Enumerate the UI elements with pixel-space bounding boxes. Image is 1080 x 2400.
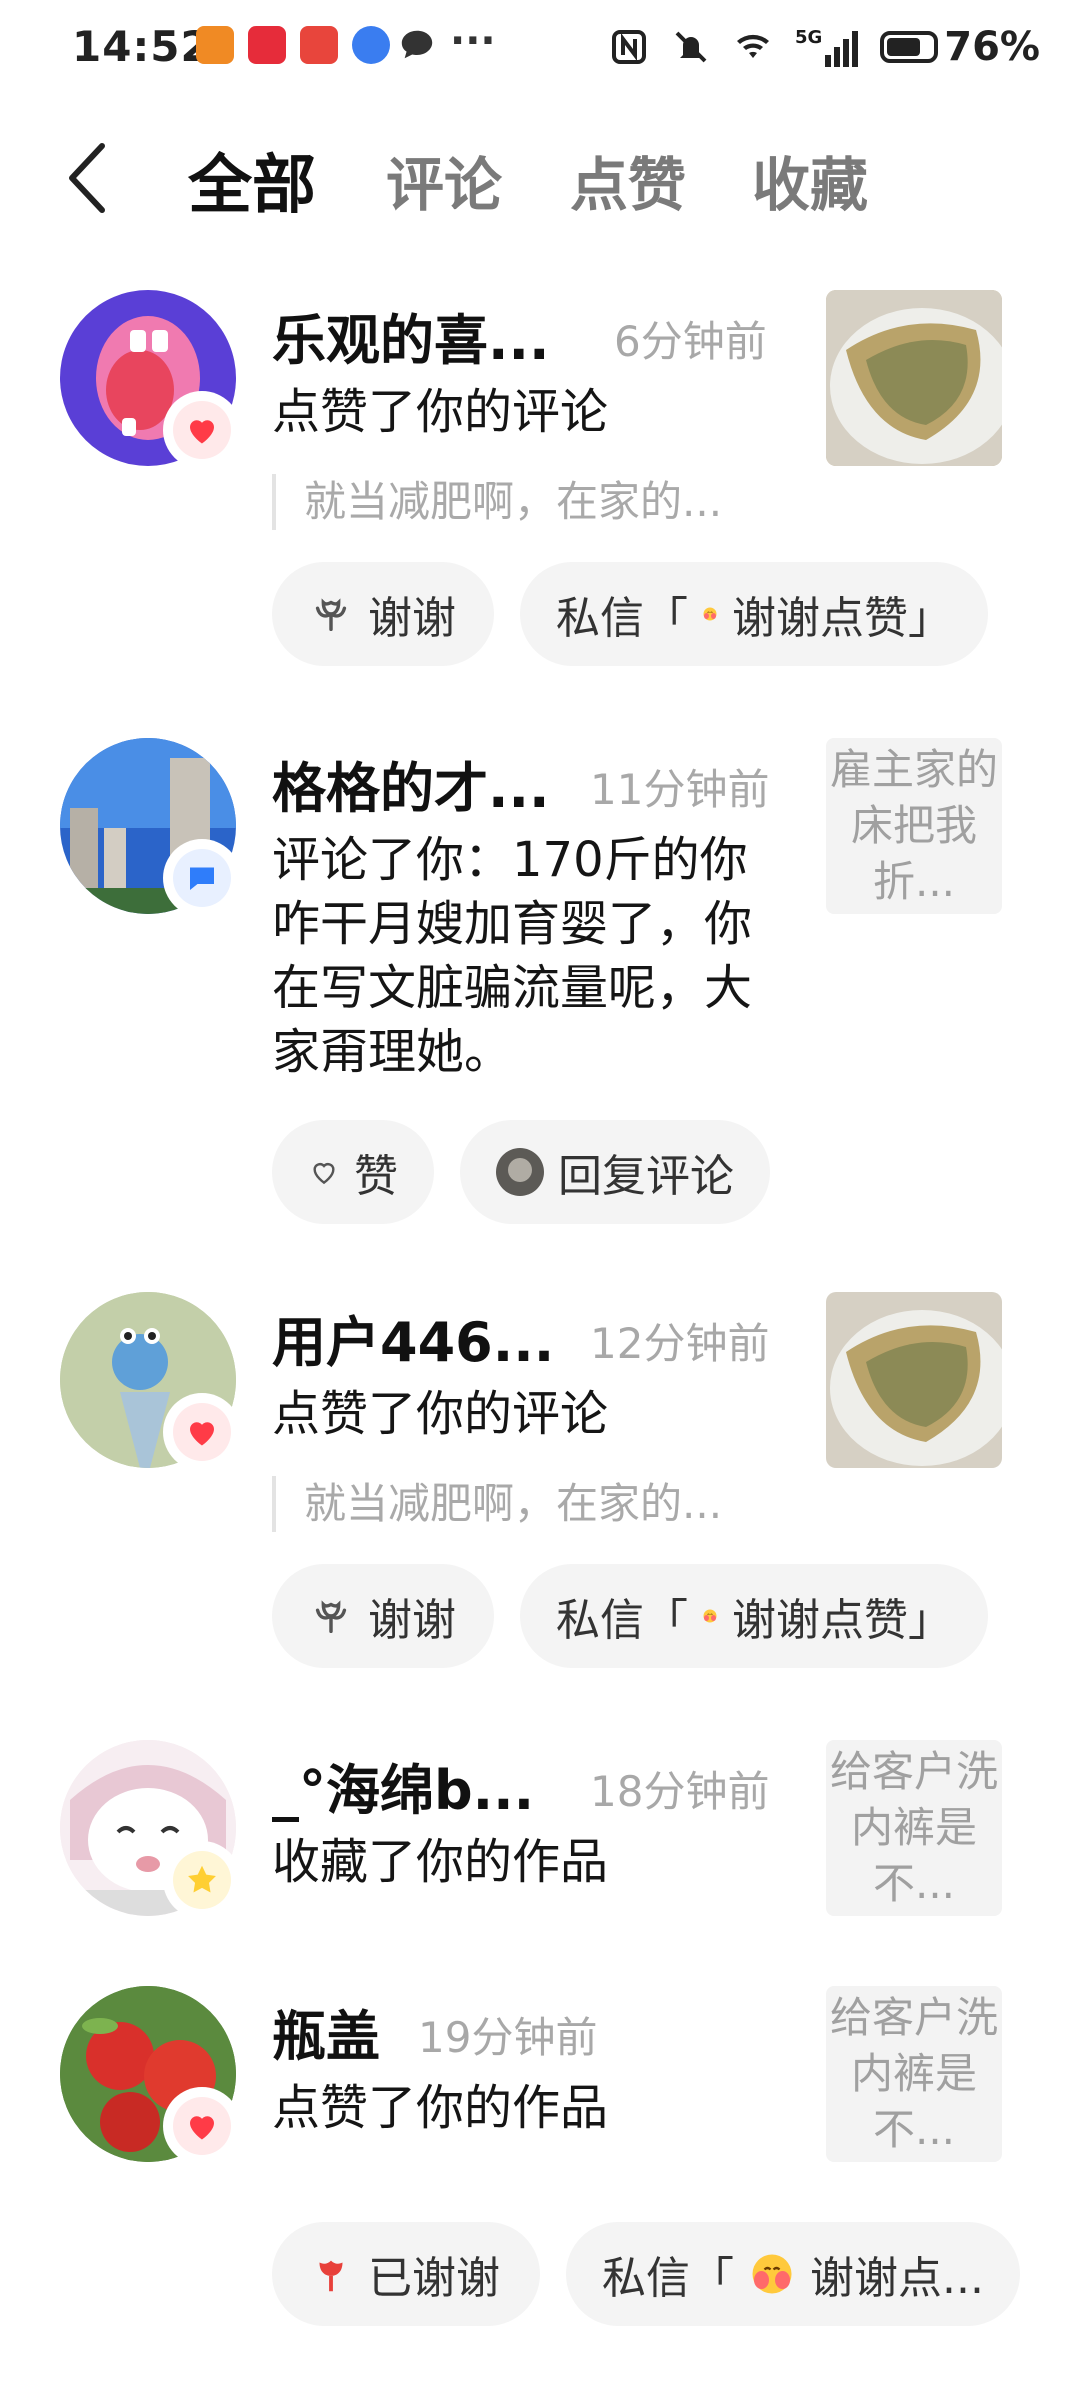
action-text: 点赞了你的评论 (272, 1386, 609, 1442)
thanks-button[interactable]: 谢谢 (272, 562, 494, 666)
action-text: 点赞了你的作品 (272, 2080, 609, 2136)
tab-comments[interactable]: 评论 (386, 138, 502, 222)
like-badge (166, 394, 238, 466)
username[interactable]: _°海绵b... (272, 1746, 534, 1825)
back-arrow-icon[interactable] (60, 138, 120, 218)
notification-item[interactable]: 瓶盖 19分钟前 点赞了你的作品 给客户洗内裤是不... 已谢谢 私信「 谢谢点… (0, 1986, 1080, 2386)
dm-prefix: 私信「 (602, 2253, 734, 2304)
app-icon-browser (352, 26, 390, 64)
dm-suffix: 谢谢点赞」 (732, 593, 952, 644)
dm-prefix: 私信「 (556, 1595, 688, 1646)
action-text: 收藏了你的作品 (272, 1834, 609, 1890)
heart-icon (190, 2116, 214, 2140)
thanked-label: 已谢谢 (368, 2253, 500, 2304)
notification-item[interactable]: _°海绵b... 18分钟前 收藏了你的作品 给客户洗内裤是不... (0, 1740, 1080, 1940)
username[interactable]: 用户446... (272, 1298, 554, 1377)
message-bubble-icon (401, 30, 433, 59)
food-image (826, 290, 1002, 466)
status-bar: 14:52 ··· 5G 76% (0, 0, 1080, 100)
like-badge (166, 2090, 238, 2162)
dm-thanks-button[interactable]: 私信「 谢谢点赞」 (520, 1564, 988, 1668)
nfc-icon (611, 30, 646, 64)
battery-indicator: 76% (880, 24, 1040, 70)
heart-icon (190, 420, 214, 444)
more-notifications-icon: ··· (450, 18, 496, 64)
like-label: 赞 (354, 1151, 398, 1202)
thanks-label: 谢谢 (368, 593, 456, 644)
action-text: 点赞了你的评论 (272, 384, 609, 440)
signal-5g-icon: 5G (794, 27, 859, 67)
post-thumbnail-text[interactable]: 给客户洗内裤是不... (826, 1986, 1002, 2162)
battery-percent: 76% (944, 24, 1040, 70)
username[interactable]: 乐观的喜... (272, 296, 550, 375)
tab-favorites[interactable]: 收藏 (752, 138, 868, 222)
heart-outline-icon (313, 1163, 335, 1185)
app-icon-orange (196, 26, 234, 64)
dm-thanks-button[interactable]: 私信「 谢谢点赞」 (520, 562, 988, 666)
reply-label: 回复评论 (558, 1151, 734, 1202)
thanks-button[interactable]: 谢谢 (272, 1564, 494, 1668)
notification-item[interactable]: 格格的才... 11分钟前 评论了你：170斤的你咋干月嫂加育婴了，你在写文脏骗… (0, 738, 1080, 1228)
post-thumbnail[interactable] (826, 290, 1002, 466)
tab-all[interactable]: 全部 (188, 134, 316, 226)
favorite-badge (166, 1844, 238, 1916)
post-thumbnail[interactable] (826, 1292, 1002, 1468)
timestamp: 11分钟前 (590, 765, 770, 814)
thanked-button[interactable]: 已谢谢 (272, 2222, 540, 2326)
food-image (826, 1292, 1002, 1468)
battery-icon (880, 31, 939, 63)
quoted-comment: 就当减肥啊，在家的... (272, 474, 722, 530)
app-icon-xiaohongshu (248, 26, 286, 64)
hug-emoji (703, 607, 717, 621)
status-time: 14:52 (72, 22, 211, 71)
thanks-flower-icon (315, 598, 347, 632)
thanks-label: 谢谢 (368, 1595, 456, 1646)
timestamp: 6分钟前 (614, 317, 767, 366)
dm-thanks-button[interactable]: 私信「 谢谢点... (566, 2222, 1020, 2326)
quoted-comment: 就当减肥啊，在家的... (272, 1476, 722, 1532)
network-type: 5G (794, 27, 823, 48)
comment-text: 评论了你：170斤的你咋干月嫂加育婴了，你在写文脏骗流量呢，大家甭理她。 (272, 832, 753, 1080)
reply-comment-button[interactable]: 回复评论 (460, 1120, 770, 1224)
username[interactable]: 瓶盖 (272, 1992, 380, 2071)
app-icon-game (300, 26, 338, 64)
notification-item[interactable]: 用户446... 12分钟前 点赞了你的评论 就当减肥啊，在家的... 谢谢 私… (0, 1292, 1080, 1682)
post-thumbnail-text[interactable]: 给客户洗内裤是不... (826, 1740, 1002, 1916)
hug-emoji (703, 1609, 717, 1623)
notification-item[interactable]: 乐观的喜... 6分钟前 点赞了你的评论 就当减肥啊，在家的... 谢谢 私信「… (0, 290, 1080, 680)
timestamp: 19分钟前 (418, 2013, 598, 2062)
tab-likes[interactable]: 点赞 (570, 138, 686, 222)
dm-suffix: 谢谢点... (810, 2253, 984, 2304)
dm-suffix: 谢谢点赞」 (732, 1595, 952, 1646)
my-avatar-mini (496, 1148, 544, 1196)
status-right: 5G 76% (609, 22, 1040, 72)
heart-icon (190, 1422, 214, 1446)
like-badge (166, 1396, 238, 1468)
comment-badge (166, 842, 238, 914)
username[interactable]: 格格的才... (272, 744, 550, 823)
like-comment-button[interactable]: 赞 (272, 1120, 434, 1224)
timestamp: 18分钟前 (590, 1767, 770, 1816)
header: 全部 评论 点赞 收藏 (0, 110, 1080, 240)
dm-prefix: 私信「 (556, 593, 688, 644)
star-icon (188, 1865, 216, 1893)
wifi-icon (736, 34, 769, 58)
thanks-flower-icon (315, 1600, 347, 1634)
mute-bell-icon (675, 31, 707, 63)
timestamp: 12分钟前 (590, 1319, 770, 1368)
hug-emoji (752, 2254, 792, 2294)
thanked-flower-icon (319, 2260, 343, 2292)
post-thumbnail-text[interactable]: 雇主家的床把我折... (826, 738, 1002, 914)
comment-icon (190, 867, 214, 890)
